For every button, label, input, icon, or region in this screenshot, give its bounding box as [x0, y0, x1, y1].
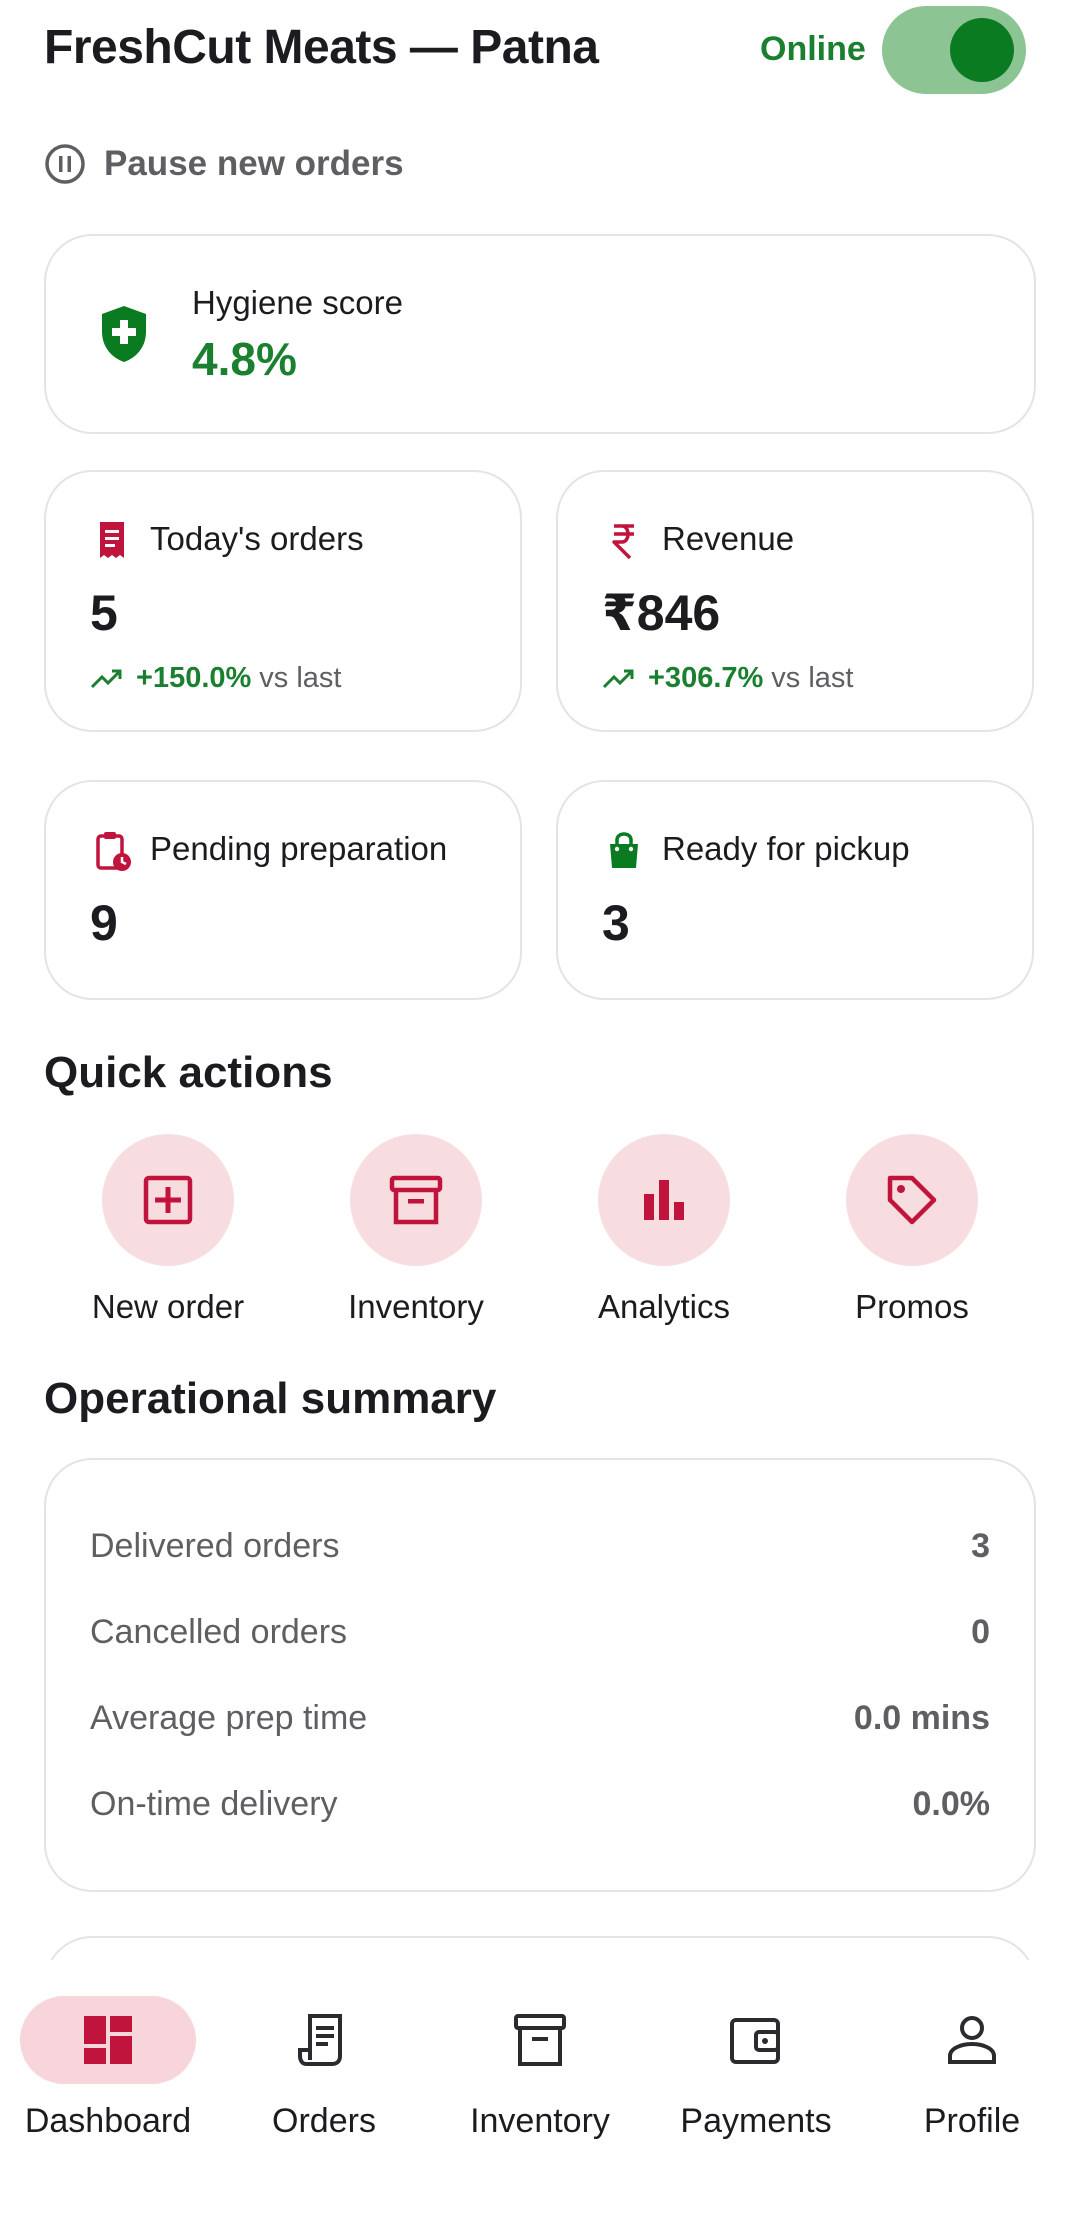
online-status-label: Online — [760, 30, 866, 68]
top-header: FreshCut Meats — Patna Online — [0, 0, 1080, 100]
archive-box-icon — [514, 2014, 566, 2066]
quick-action-new-order[interactable]: New order — [58, 1134, 278, 1326]
person-icon — [948, 2016, 996, 2064]
todays-orders-trend: +150.0% vs last — [90, 662, 341, 695]
nav-label: Profile — [923, 2102, 1021, 2140]
pending-preparation-value: 9 — [90, 895, 118, 951]
quick-action-circle — [102, 1134, 234, 1266]
hygiene-score-label: Hygiene score — [192, 284, 403, 321]
nav-icon-indicator — [884, 1996, 1060, 2084]
todays-orders-label: Today's orders — [150, 520, 364, 557]
nav-icon-indicator — [452, 1996, 628, 2084]
quick-action-promos[interactable]: Promos — [802, 1134, 1022, 1326]
ready-for-pickup-card[interactable]: Ready for pickup 3 — [556, 780, 1034, 1000]
summary-row-cancelled: Cancelled orders 0 — [90, 1608, 990, 1656]
bottom-navigation: Dashboard Orders Inventory Payments Prof… — [0, 1960, 1080, 2227]
nav-icon-indicator — [236, 1996, 412, 2084]
pause-orders-button[interactable]: Pause new orders — [44, 140, 404, 188]
archive-box-icon — [389, 1175, 443, 1225]
nav-item-inventory[interactable]: Inventory — [432, 1996, 648, 2141]
summary-value: 0.0% — [912, 1784, 991, 1823]
todays-orders-card[interactable]: Today's orders 5 +150.0% vs last — [44, 470, 522, 732]
quick-action-label: Promos — [855, 1288, 969, 1325]
trending-up-icon — [602, 669, 634, 688]
hygiene-score-card[interactable]: Hygiene score 4.8% — [44, 234, 1036, 434]
rupee-icon — [612, 524, 634, 560]
dashboard-icon — [84, 2016, 132, 2064]
quick-action-circle — [846, 1134, 978, 1266]
trend-percent: +150.0% — [136, 662, 252, 694]
quick-action-label: Inventory — [348, 1288, 484, 1325]
quick-action-inventory[interactable]: Inventory — [306, 1134, 526, 1326]
quick-action-circle — [350, 1134, 482, 1266]
quick-action-label: New order — [91, 1288, 245, 1325]
store-name: FreshCut Meats — Patna — [44, 21, 599, 74]
operational-summary-card: Delivered orders 3 Cancelled orders 0 Av… — [44, 1458, 1036, 1892]
summary-value: 0.0 mins — [853, 1698, 990, 1737]
ready-for-pickup-value: 3 — [602, 895, 630, 951]
online-toggle[interactable] — [882, 6, 1026, 94]
summary-row-delivered: Delivered orders 3 — [90, 1522, 990, 1570]
trending-up-icon — [90, 669, 122, 688]
nav-icon-indicator — [20, 1996, 196, 2084]
nav-item-profile[interactable]: Profile — [864, 1996, 1080, 2141]
nav-item-orders[interactable]: Orders — [216, 1996, 432, 2141]
summary-label: Average prep time — [90, 1698, 368, 1737]
revenue-trend: +306.7% vs last — [602, 662, 853, 695]
quick-action-analytics[interactable]: Analytics — [554, 1134, 774, 1326]
shopping-bag-icon — [610, 832, 638, 868]
revenue-label: Revenue — [662, 520, 795, 557]
trend-suffix: vs last — [771, 662, 854, 694]
hygiene-score-value: 4.8% — [192, 333, 297, 385]
nav-label: Orders — [272, 2102, 376, 2140]
wallet-icon — [730, 2018, 780, 2064]
nav-item-dashboard[interactable]: Dashboard — [0, 1996, 216, 2141]
pause-orders-label: Pause new orders — [104, 144, 404, 183]
summary-label: Delivered orders — [90, 1526, 340, 1565]
shield-plus-icon — [102, 306, 146, 362]
revenue-value: ₹846 — [602, 585, 721, 641]
summary-label: Cancelled orders — [90, 1612, 348, 1651]
nav-icon-indicator — [668, 1996, 844, 2084]
summary-value: 3 — [971, 1526, 990, 1565]
tag-icon — [887, 1175, 937, 1225]
summary-label: On-time delivery — [90, 1784, 338, 1823]
bar-chart-icon — [644, 1180, 684, 1220]
quick-action-circle — [598, 1134, 730, 1266]
pending-preparation-card[interactable]: Pending preparation 9 — [44, 780, 522, 1000]
nav-label: Dashboard — [24, 2102, 192, 2140]
toggle-knob — [950, 18, 1014, 82]
todays-orders-value: 5 — [90, 585, 118, 641]
ready-for-pickup-label: Ready for pickup — [662, 830, 910, 867]
nav-label: Inventory — [470, 2102, 610, 2140]
summary-value: 0 — [971, 1612, 990, 1651]
nav-label: Payments — [680, 2102, 832, 2140]
pending-preparation-label: Pending preparation — [150, 830, 448, 867]
receipt-icon — [100, 522, 124, 558]
summary-row-on-time: On-time delivery 0.0% — [90, 1780, 990, 1828]
revenue-card[interactable]: Revenue ₹846 +306.7% vs last — [556, 470, 1034, 732]
summary-row-prep-time: Average prep time 0.0 mins — [90, 1694, 990, 1742]
pending-clipboard-icon — [96, 832, 131, 871]
quick-action-label: Analytics — [597, 1288, 731, 1325]
operational-summary-title: Operational summary — [44, 1374, 497, 1423]
receipt-icon — [298, 2014, 342, 2066]
pause-circle-icon — [45, 144, 85, 184]
trend-percent: +306.7% — [648, 662, 764, 694]
trend-suffix: vs last — [259, 662, 342, 694]
add-box-icon — [143, 1175, 193, 1225]
nav-item-payments[interactable]: Payments — [648, 1996, 864, 2141]
quick-actions-title: Quick actions — [44, 1048, 333, 1097]
